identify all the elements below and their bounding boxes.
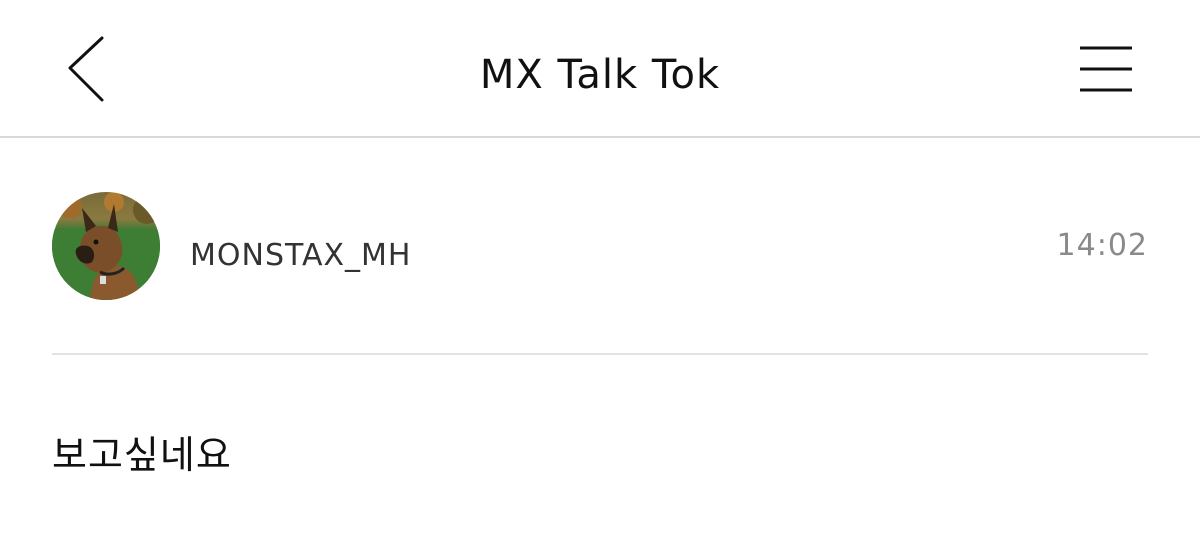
- hamburger-menu-icon: [1080, 46, 1132, 92]
- dog-photo-avatar: [52, 192, 160, 300]
- avatar[interactable]: [52, 192, 160, 300]
- post-time: 14:02: [1056, 228, 1148, 263]
- menu-button[interactable]: [1072, 40, 1140, 100]
- top-bar: MX Talk Tok: [0, 0, 1200, 138]
- message-text: 보고싶네요: [52, 433, 232, 477]
- page-title: MX Talk Tok: [479, 52, 721, 98]
- back-button[interactable]: [52, 30, 122, 110]
- app-screen: MX Talk Tok MONSTAX_MH 14:02 보고싶네요: [0, 0, 1200, 547]
- chevron-left-icon: [68, 36, 104, 102]
- username[interactable]: MONSTAX_MH: [190, 238, 412, 273]
- divider: [52, 353, 1148, 355]
- post-header: MONSTAX_MH 14:02: [52, 192, 1148, 302]
